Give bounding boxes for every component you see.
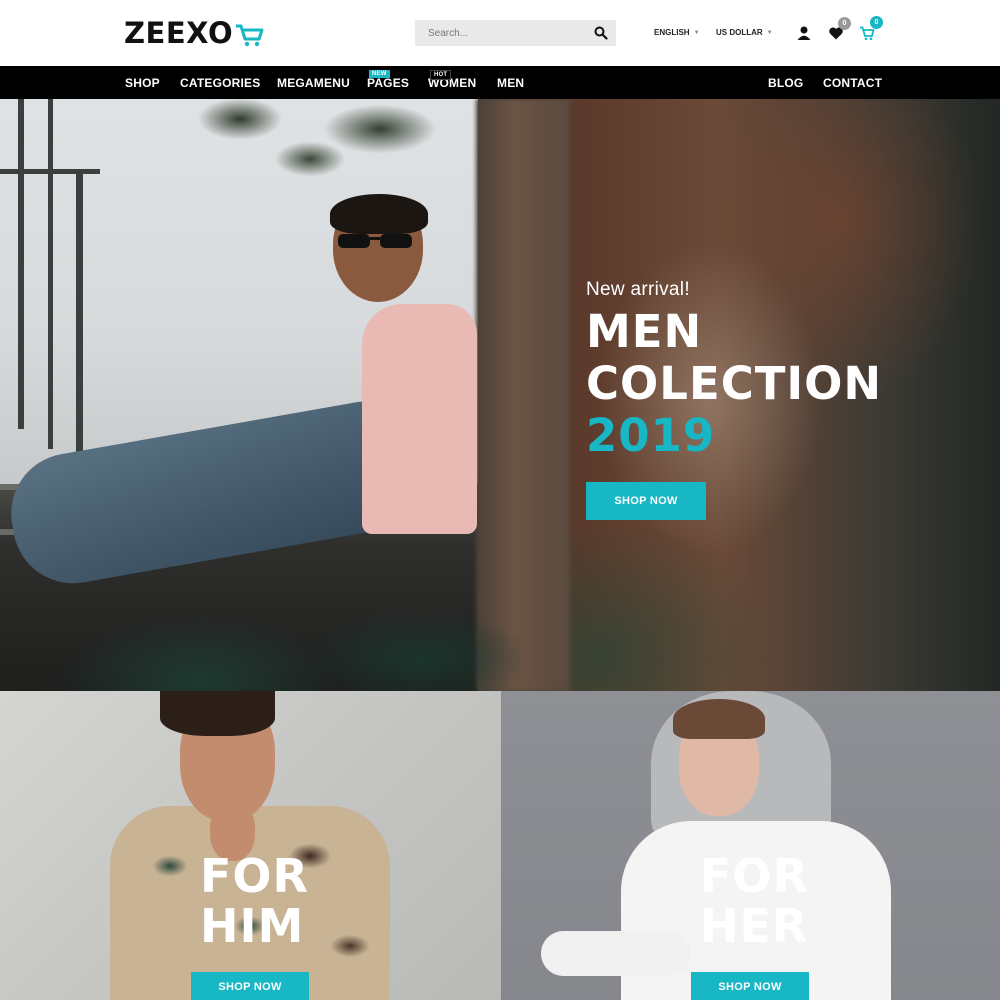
nav-item-blog[interactable]: BLOG [768, 76, 803, 90]
hero-photo-railing [0, 169, 100, 174]
for-her-photo-model-hair [673, 699, 765, 739]
for-him-banner[interactable]: FOR HIM SHOP NOW [0, 691, 501, 1000]
nav-item-contact[interactable]: CONTACT [823, 76, 882, 90]
nav-item-categories[interactable]: CATEGORIES [180, 76, 260, 90]
nav-item-men[interactable]: MEN [497, 76, 524, 90]
nav-item-women-wrap: HOT WOMEN [428, 70, 476, 90]
currency-selector[interactable]: US DOLLAR ▼ [716, 28, 773, 37]
hero-photo-railing [48, 99, 53, 449]
nav-item-megamenu[interactable]: MEGAMENU [277, 76, 350, 90]
hero-photo-model-hair [330, 194, 428, 234]
search-icon[interactable] [594, 26, 608, 40]
search-box [415, 20, 616, 46]
nav-item-pages-wrap: NEW PAGES [367, 70, 409, 90]
main-navigation: SHOP CATEGORIES MEGAMENU NEW PAGES HOT W… [0, 66, 1000, 99]
for-her-title-line2: HER [700, 899, 809, 953]
hero-year: 2019 [586, 409, 716, 462]
for-her-banner[interactable]: FOR HER SHOP NOW [501, 691, 1000, 1000]
new-tag: NEW [369, 70, 390, 78]
logo-text: ZEEXO [124, 16, 234, 50]
for-him-photo-model-hair [160, 691, 275, 736]
currency-label: US DOLLAR [716, 28, 763, 37]
language-selector[interactable]: ENGLISH ▼ [654, 28, 700, 37]
logo[interactable]: ZEEXO [124, 16, 265, 50]
search-input[interactable] [415, 20, 585, 46]
for-her-title-line1: FOR [700, 849, 809, 903]
hero-photo-leaves [180, 99, 480, 189]
hero-photo-model-shirt [362, 304, 477, 534]
user-account-icon[interactable] [796, 25, 812, 41]
for-her-shop-now-button[interactable]: SHOP NOW [691, 972, 809, 1000]
for-him-title-line1: FOR [200, 849, 309, 903]
for-him-shop-now-button[interactable]: SHOP NOW [191, 972, 309, 1000]
for-her-photo-model-arm [541, 931, 691, 976]
language-label: ENGLISH [654, 28, 690, 37]
nav-item-shop[interactable]: SHOP [125, 76, 160, 90]
hero-photo-railing [76, 169, 83, 469]
chevron-down-icon: ▼ [766, 29, 773, 36]
for-him-title-line2: HIM [200, 899, 305, 953]
cart-logo-icon [236, 24, 264, 47]
hero-title-line1: MEN [586, 305, 703, 358]
hero-photo-railing [18, 99, 24, 429]
hero-banner: New arrival! MEN COLECTION 2019 SHOP NOW [0, 99, 1000, 691]
wishlist-count-badge: 0 [838, 17, 851, 30]
hero-subtitle: New arrival! [586, 279, 690, 300]
hero-photo-foliage [0, 569, 520, 691]
hero-shop-now-button[interactable]: SHOP NOW [586, 482, 706, 520]
nav-item-pages[interactable]: PAGES [367, 76, 409, 90]
sunglasses-icon [338, 234, 412, 248]
chevron-down-icon: ▼ [693, 29, 700, 36]
top-header: ZEEXO ENGLISH ▼ US DOLLAR ▼ 0 0 [0, 0, 1000, 66]
hot-tag: HOT [430, 70, 452, 80]
hero-title-line2: COLECTION [586, 357, 883, 410]
cart-count-badge: 0 [870, 16, 883, 29]
